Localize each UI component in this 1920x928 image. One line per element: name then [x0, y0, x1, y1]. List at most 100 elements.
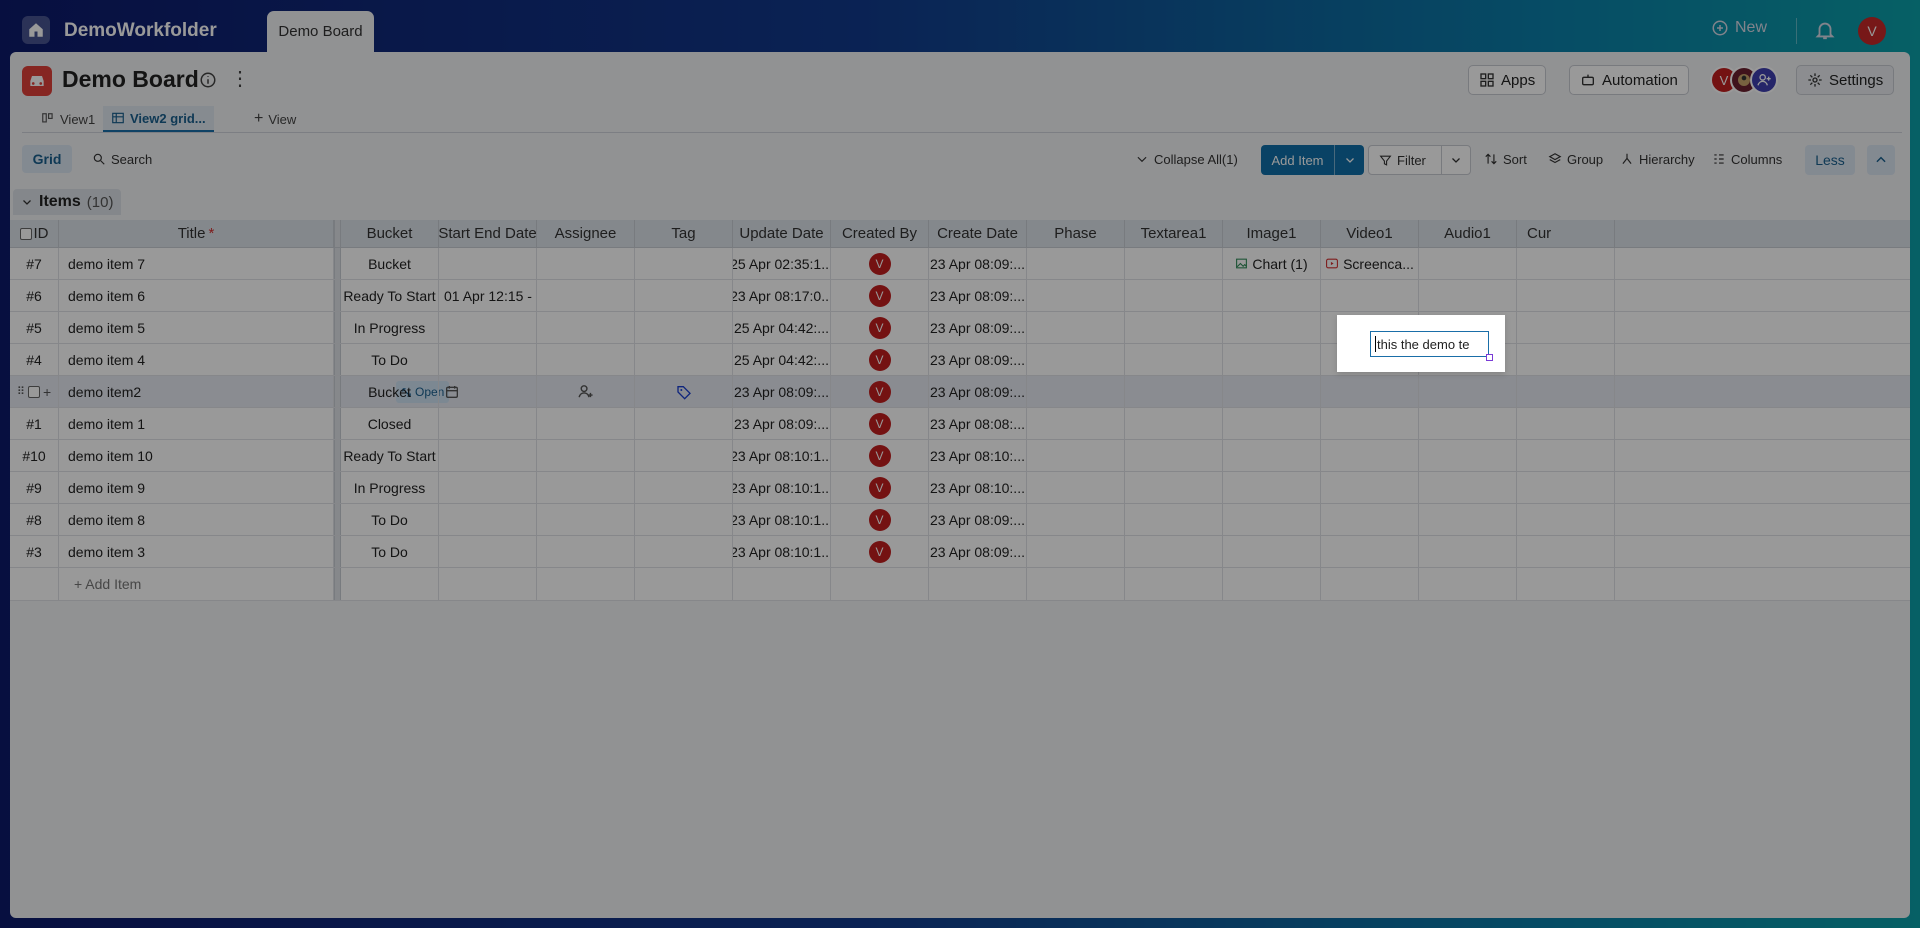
header-audio1[interactable]: Audio1	[1419, 220, 1517, 247]
id-cell[interactable]: #3	[10, 536, 59, 567]
less-button[interactable]: Less	[1805, 145, 1855, 175]
header-update-date[interactable]: Update Date	[733, 220, 831, 247]
grid-mode-button[interactable]: Grid	[22, 145, 72, 173]
add-user-icon[interactable]	[577, 383, 594, 400]
creator-avatar[interactable]: V	[868, 540, 891, 563]
created_by-cell[interactable]: V	[831, 504, 929, 535]
id-cell[interactable]: #10	[10, 440, 59, 471]
creator-avatar[interactable]: V	[868, 348, 891, 371]
created_by-cell[interactable]: V	[831, 280, 929, 311]
update-cell[interactable]: 23 Apr 08:10:1...	[733, 536, 831, 567]
user-avatar[interactable]: V	[1858, 17, 1886, 45]
bell-icon[interactable]	[1814, 18, 1836, 47]
create-cell[interactable]: 23 Apr 08:09:...	[929, 376, 1027, 407]
cur-cell[interactable]	[1517, 376, 1615, 407]
image-cell[interactable]	[1223, 568, 1321, 600]
video-cell[interactable]	[1321, 440, 1419, 471]
apps-button[interactable]: Apps	[1468, 65, 1547, 95]
id-cell[interactable]: #7	[10, 248, 59, 279]
phase-cell[interactable]	[1027, 504, 1125, 535]
cur-cell[interactable]	[1517, 248, 1615, 279]
update-cell[interactable]: 23 Apr 08:09:...	[733, 408, 831, 439]
select-all-checkbox[interactable]	[19, 227, 32, 240]
title-cell[interactable]: demo item 9	[59, 472, 334, 503]
textarea-cell[interactable]	[1125, 376, 1223, 407]
table-row[interactable]: #6 demo item 6 Ready To Start 01 Apr 12:15 …	[10, 280, 1910, 312]
drag-handle-icon[interactable]: ⠿	[17, 385, 25, 398]
audio-cell[interactable]	[1419, 248, 1517, 279]
id-cell[interactable]: #8	[10, 504, 59, 535]
textarea-cell[interactable]	[1125, 472, 1223, 503]
phase-cell[interactable]	[1027, 280, 1125, 311]
assignee-cell[interactable]	[537, 248, 635, 279]
creator-avatar[interactable]: V	[868, 252, 891, 275]
table-row[interactable]: ⠿ + demo item2 Open Bucket 23 Apr 08:09:... V 2…	[10, 376, 1910, 408]
assignee-cell[interactable]	[537, 344, 635, 375]
image-cell[interactable]	[1223, 280, 1321, 311]
tag-cell[interactable]	[635, 536, 733, 567]
add-view-button[interactable]: + View	[246, 106, 304, 132]
phase-cell[interactable]	[1027, 568, 1125, 600]
id-cell[interactable]	[10, 568, 59, 600]
textarea-cell[interactable]	[1125, 408, 1223, 439]
add-member-button[interactable]	[1750, 66, 1778, 94]
tag-cell[interactable]	[635, 408, 733, 439]
cur-cell[interactable]	[1517, 440, 1615, 471]
tag-cell[interactable]	[635, 472, 733, 503]
audio-cell[interactable]	[1419, 376, 1517, 407]
start_end-cell[interactable]	[439, 248, 537, 279]
tag-cell[interactable]	[635, 280, 733, 311]
sort-button[interactable]: Sort	[1484, 145, 1527, 173]
header-create-date[interactable]: Create Date	[929, 220, 1027, 247]
textarea-cell[interactable]	[1125, 280, 1223, 311]
collapse-all-button[interactable]: Collapse All(1)	[1135, 145, 1238, 173]
update-cell[interactable]	[733, 568, 831, 600]
table-row[interactable]: #10 demo item 10 Ready To Start 23 Apr 08:1…	[10, 440, 1910, 472]
creator-avatar[interactable]: V	[868, 284, 891, 307]
image-cell[interactable]	[1223, 504, 1321, 535]
start_end-cell[interactable]	[439, 376, 537, 407]
phase-cell[interactable]	[1027, 536, 1125, 567]
tag-cell[interactable]	[635, 568, 733, 600]
chevron-down-icon[interactable]	[1334, 145, 1364, 175]
video-cell[interactable]	[1321, 376, 1419, 407]
start_end-cell[interactable]	[439, 440, 537, 471]
create-cell[interactable]: 23 Apr 08:09:...	[929, 280, 1027, 311]
update-cell[interactable]: 23 Apr 08:09:...	[733, 376, 831, 407]
image-cell[interactable]	[1223, 536, 1321, 567]
start_end-cell[interactable]: 01 Apr 12:15 - 0	[439, 280, 537, 311]
create-cell[interactable]: 23 Apr 08:08:...	[929, 408, 1027, 439]
search-button[interactable]: Search	[92, 145, 152, 173]
assignee-cell[interactable]	[537, 312, 635, 343]
create-cell[interactable]: 23 Apr 08:09:...	[929, 504, 1027, 535]
add-item-cell[interactable]: + Add Item	[59, 568, 334, 600]
start_end-cell[interactable]	[439, 536, 537, 567]
table-row[interactable]: #9 demo item 9 In Progress 23 Apr 08:10:1..…	[10, 472, 1910, 504]
image-cell[interactable]	[1223, 440, 1321, 471]
filter-button[interactable]: Filter	[1368, 145, 1471, 175]
created_by-cell[interactable]: V	[831, 344, 929, 375]
textarea-cell[interactable]	[1125, 248, 1223, 279]
add-subitem-icon[interactable]: +	[43, 384, 51, 400]
audio-cell[interactable]	[1419, 568, 1517, 600]
more-options-icon[interactable]: ⋮	[230, 69, 250, 89]
table-row[interactable]: #7 demo item 7 Bucket 25 Apr 02:35:1... V 23 …	[10, 248, 1910, 280]
cur-cell[interactable]	[1517, 568, 1615, 600]
assignee-cell[interactable]	[537, 536, 635, 567]
table-row[interactable]: #5 demo item 5 In Progress 25 Apr 04:42:...…	[10, 312, 1910, 344]
textarea-cell[interactable]	[1125, 536, 1223, 567]
created_by-cell[interactable]: V	[831, 248, 929, 279]
frozen-divider[interactable]	[334, 220, 341, 247]
group-button[interactable]: Group	[1548, 145, 1603, 173]
calendar-icon[interactable]	[444, 384, 460, 400]
created_by-cell[interactable]: V	[831, 440, 929, 471]
created_by-cell[interactable]: V	[831, 376, 929, 407]
title-cell[interactable]: demo item2 Open	[59, 376, 450, 407]
header-phase[interactable]: Phase	[1027, 220, 1125, 247]
bucket-cell[interactable]: Ready To Start	[341, 440, 439, 471]
create-cell[interactable]: 23 Apr 08:09:...	[929, 312, 1027, 343]
created_by-cell[interactable]: V	[831, 408, 929, 439]
title-cell[interactable]: demo item 1	[59, 408, 334, 439]
update-cell[interactable]: 23 Apr 08:10:1...	[733, 504, 831, 535]
textarea-cell[interactable]	[1125, 312, 1223, 343]
